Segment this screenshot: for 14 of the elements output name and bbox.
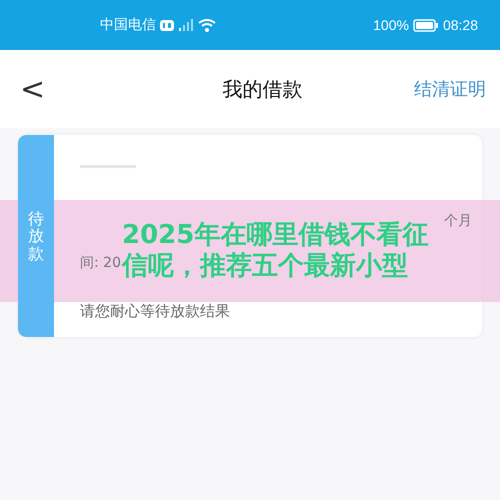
page-title: 我的借款	[222, 76, 303, 102]
waiting-note: 请您耐心等待放款结果	[80, 302, 231, 321]
wifi-icon	[198, 18, 216, 32]
carrier-name: 中国电信	[100, 16, 156, 34]
battery-icon	[412, 18, 439, 32]
clock: 08:28	[442, 17, 478, 33]
signal-icon	[178, 19, 194, 31]
loan-date: 间: 20	[80, 255, 121, 271]
settlement-proof-link[interactable]: 结清证明	[414, 77, 486, 101]
back-button[interactable]: <	[14, 72, 52, 106]
loan-term: 个月	[444, 212, 472, 230]
hd-icon	[160, 20, 174, 30]
battery-percent: 100%	[373, 17, 409, 33]
banner-title: 2025年在哪里借钱不看征信呢，推荐五个最新小型	[122, 220, 430, 282]
